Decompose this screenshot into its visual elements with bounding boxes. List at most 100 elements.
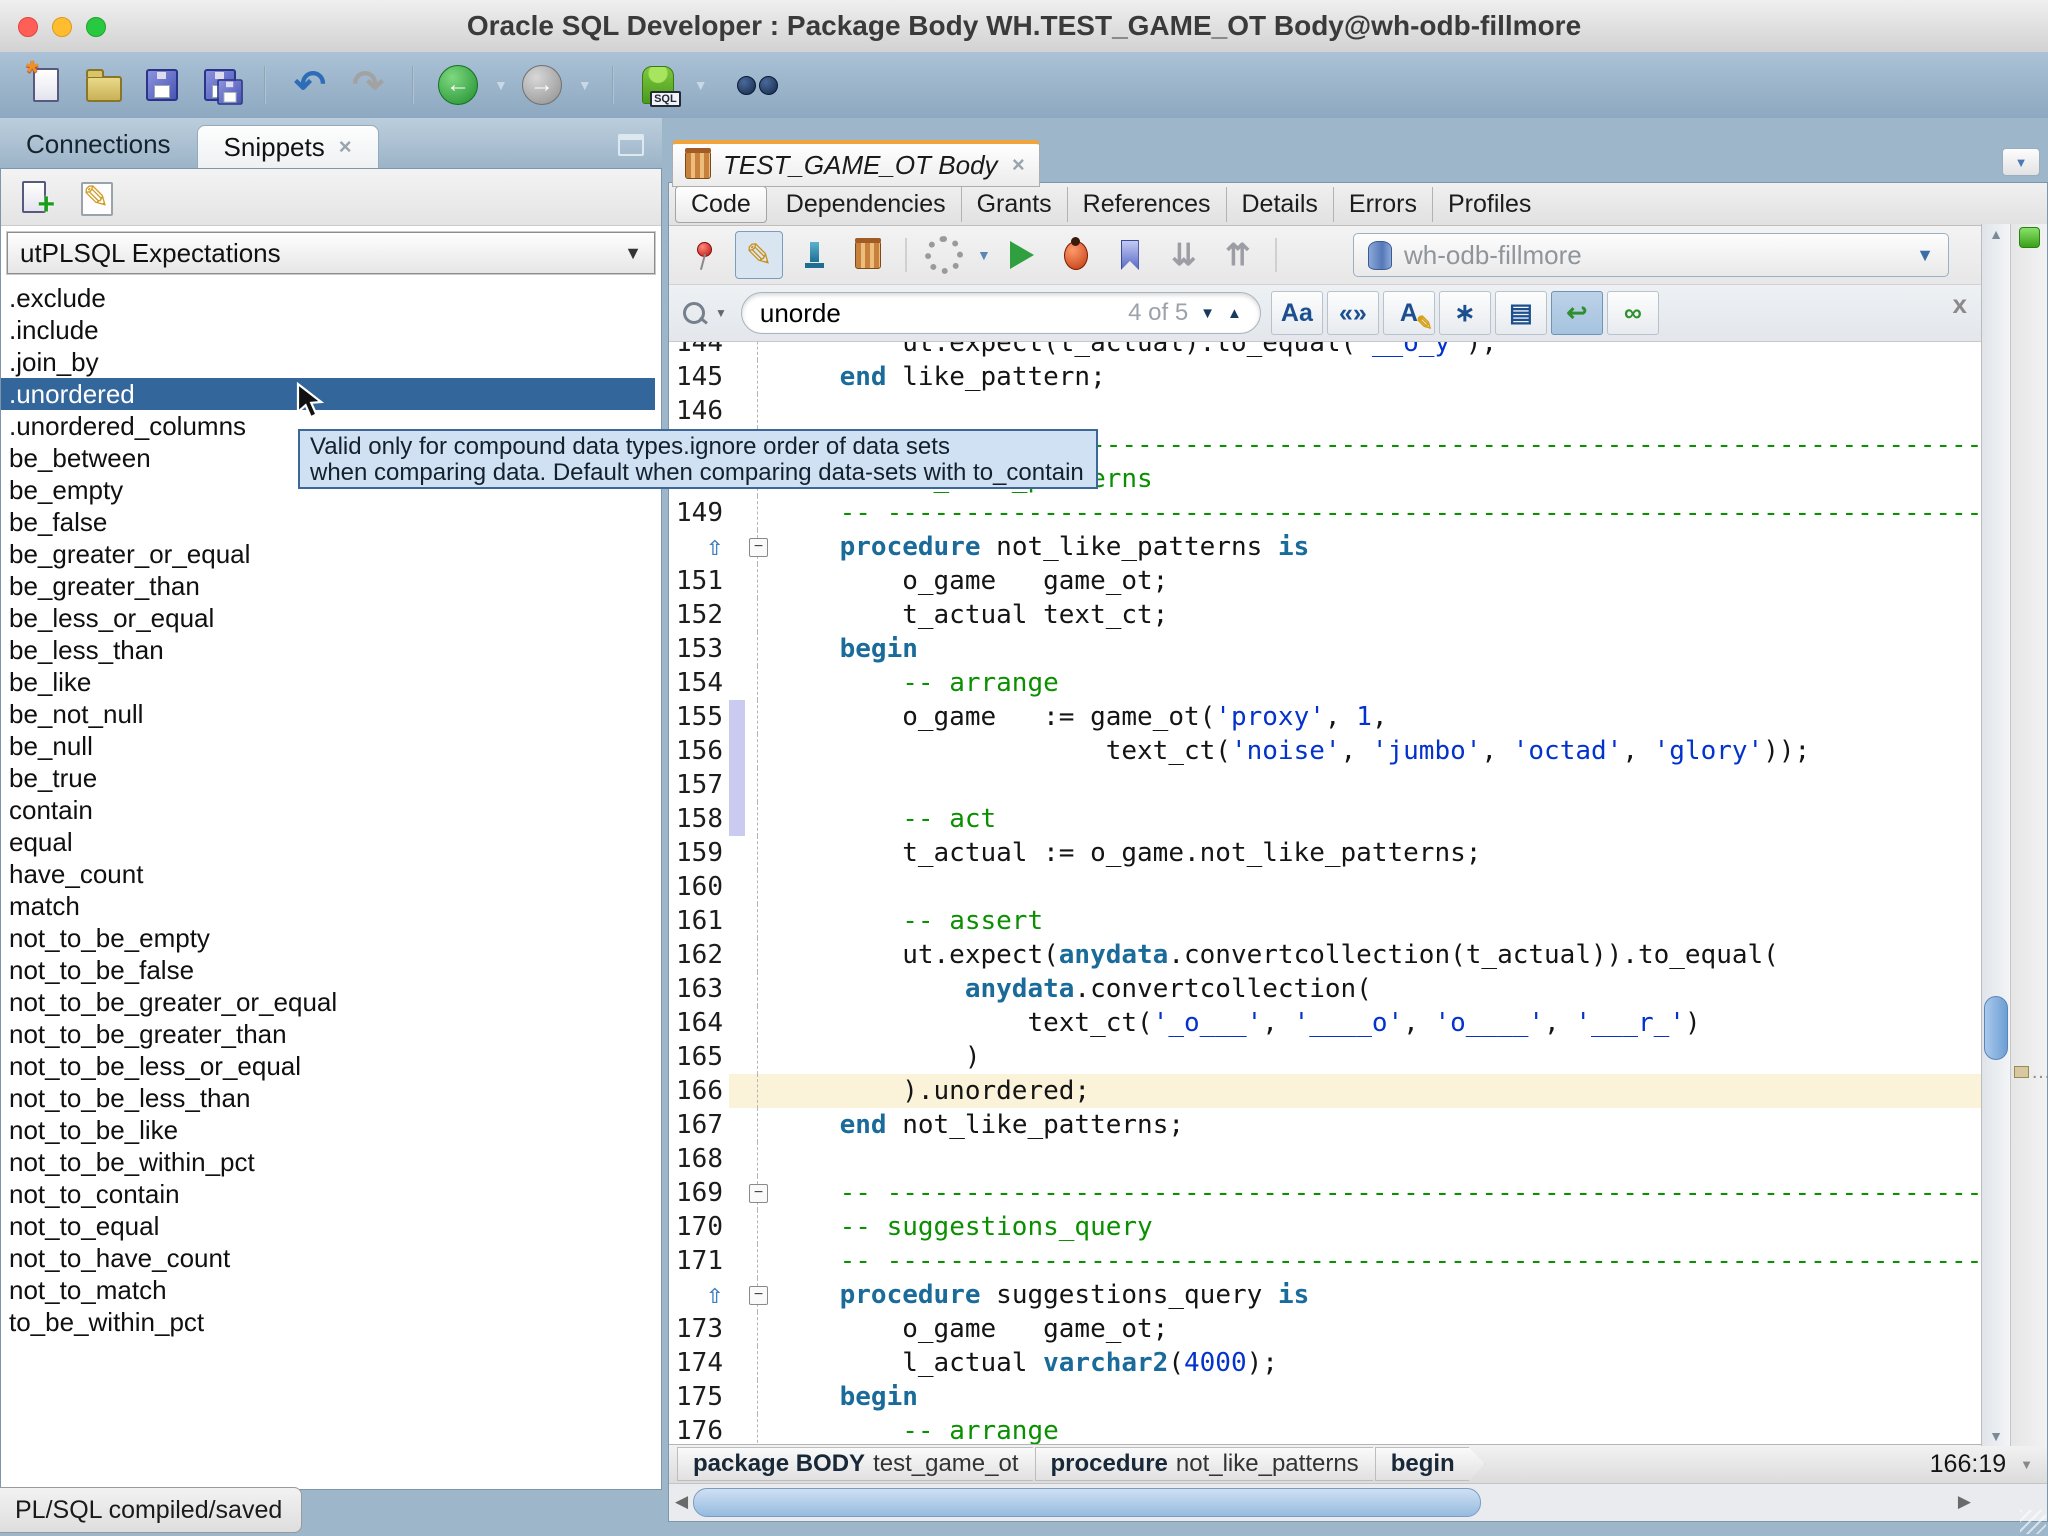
- code-line[interactable]: 149 -- ---------------------------------…: [669, 496, 1981, 530]
- edit-snippet-button[interactable]: ✎: [75, 176, 117, 218]
- previous-match-button[interactable]: ▼: [1200, 305, 1215, 322]
- code-line[interactable]: 156 text_ct('noise', 'jumbo', 'octad', '…: [669, 734, 1981, 768]
- tab-connections[interactable]: Connections: [0, 120, 197, 168]
- tab-snippets[interactable]: Snippets×: [197, 125, 379, 168]
- close-tab-icon[interactable]: ×: [339, 134, 352, 160]
- list-item[interactable]: be_less_or_equal: [1, 602, 661, 634]
- code-line[interactable]: 154 -- arrange: [669, 666, 1981, 700]
- scroll-right-icon[interactable]: ▶: [1958, 1492, 1971, 1512]
- tab-references[interactable]: References: [1068, 187, 1227, 222]
- settings-button[interactable]: [921, 232, 967, 278]
- undo-button[interactable]: ↶: [286, 60, 334, 110]
- code-line[interactable]: 173 o_game game_ot;: [669, 1312, 1981, 1346]
- sql-worksheet-dropdown-icon[interactable]: ▼: [694, 77, 708, 93]
- list-item[interactable]: equal: [1, 826, 661, 858]
- code-line[interactable]: 175 begin: [669, 1380, 1981, 1414]
- wrap-search-button[interactable]: ↩: [1551, 291, 1603, 335]
- sql-worksheet-button[interactable]: SQL: [634, 60, 682, 110]
- code-line[interactable]: 152 t_actual text_ct;: [669, 598, 1981, 632]
- tab-code[interactable]: Code: [675, 186, 767, 223]
- code-line[interactable]: 167 end not_like_patterns;: [669, 1108, 1981, 1142]
- code-line[interactable]: 176 -- arrange: [669, 1414, 1981, 1444]
- settings-dropdown-icon[interactable]: ▼: [977, 247, 991, 263]
- nav-up-arrow-icon[interactable]: ⇧: [707, 531, 723, 562]
- find-db-object-button[interactable]: [734, 60, 782, 110]
- connection-select[interactable]: wh-odb-fillmore ▼: [1353, 233, 1949, 277]
- freeze-pin-button[interactable]: [681, 232, 727, 278]
- code-line[interactable]: 165 ): [669, 1040, 1981, 1074]
- match-case-button[interactable]: Aa: [1271, 291, 1323, 335]
- list-item[interactable]: be_false: [1, 506, 661, 538]
- window-resize-grip[interactable]: [2020, 1510, 2046, 1534]
- code-line[interactable]: 161 -- assert: [669, 904, 1981, 938]
- list-item[interactable]: .exclude: [1, 282, 661, 314]
- breadcrumb-segment[interactable]: begin: [1375, 1447, 1485, 1481]
- list-item[interactable]: not_to_match: [1, 1274, 661, 1306]
- highlight-button[interactable]: A✎: [1383, 291, 1435, 335]
- list-item[interactable]: be_like: [1, 666, 661, 698]
- tab-errors[interactable]: Errors: [1334, 187, 1433, 222]
- forward-dropdown-icon[interactable]: ▼: [578, 77, 592, 93]
- list-item[interactable]: not_to_have_count: [1, 1242, 661, 1274]
- code-line[interactable]: 157: [669, 768, 1981, 802]
- scroll-left-icon[interactable]: ◀: [675, 1492, 688, 1512]
- debug-button[interactable]: [1053, 232, 1099, 278]
- list-item[interactable]: not_to_equal: [1, 1210, 661, 1242]
- scroll-down-icon[interactable]: ▼: [1982, 1428, 2010, 1444]
- add-snippet-button[interactable]: +: [13, 176, 55, 218]
- bookmark-button[interactable]: [1107, 232, 1153, 278]
- forward-button[interactable]: →: [518, 60, 566, 110]
- tab-list-dropdown-button[interactable]: ▼: [2002, 148, 2040, 176]
- tab-grants[interactable]: Grants: [962, 187, 1068, 222]
- code-line[interactable]: 144 ut.expect(t_actual).to_equal('__o_y'…: [669, 342, 1981, 360]
- search-input[interactable]: unorde: [760, 298, 841, 329]
- code-line[interactable]: 174 l_actual varchar2(4000);: [669, 1346, 1981, 1380]
- tab-details[interactable]: Details: [1227, 187, 1334, 222]
- zoom-window-button[interactable]: [86, 17, 106, 37]
- code-line[interactable]: 164 text_ct('_o___', '____o', 'o____', '…: [669, 1006, 1981, 1040]
- next-bookmark-button[interactable]: ⇊: [1161, 232, 1207, 278]
- code-line[interactable]: ⇧− procedure not_like_patterns is: [669, 530, 1981, 564]
- scroll-up-icon[interactable]: ▲: [1982, 226, 2010, 242]
- code-line[interactable]: 160: [669, 870, 1981, 904]
- horizontal-scrollbar[interactable]: ◀ ▶: [669, 1483, 2047, 1521]
- next-match-button[interactable]: ▲: [1227, 305, 1242, 322]
- search-field[interactable]: unorde 4 of 5 ▼ ▲: [741, 292, 1261, 334]
- code-line[interactable]: 155 o_game := game_ot('proxy', 1,: [669, 700, 1981, 734]
- code-line[interactable]: 146: [669, 394, 1981, 428]
- list-item[interactable]: not_to_be_within_pct: [1, 1146, 661, 1178]
- fold-icon[interactable]: −: [749, 1286, 768, 1305]
- code-line[interactable]: 153 begin: [669, 632, 1981, 666]
- open-file-button[interactable]: [80, 60, 128, 110]
- code-line[interactable]: 158 -- act: [669, 802, 1981, 836]
- code-line[interactable]: 171 -- ---------------------------------…: [669, 1244, 1981, 1278]
- list-item[interactable]: not_to_be_greater_or_equal: [1, 986, 661, 1018]
- breadcrumb-segment[interactable]: package BODYtest_game_ot: [677, 1447, 1049, 1481]
- list-item[interactable]: be_greater_or_equal: [1, 538, 661, 570]
- close-find-bar-button[interactable]: x: [1953, 289, 1967, 320]
- list-item[interactable]: .include: [1, 314, 661, 346]
- list-item[interactable]: be_greater_than: [1, 570, 661, 602]
- previous-bookmark-button[interactable]: ⇈: [1215, 232, 1261, 278]
- list-item[interactable]: not_to_be_like: [1, 1114, 661, 1146]
- code-line[interactable]: 151 o_game game_ot;: [669, 564, 1981, 598]
- code-line[interactable]: 145 end like_pattern;: [669, 360, 1981, 394]
- nav-up-arrow-icon[interactable]: ⇧: [707, 1279, 723, 1310]
- close-window-button[interactable]: [18, 17, 38, 37]
- horizontal-scroll-thumb[interactable]: [693, 1488, 1481, 1517]
- redo-button[interactable]: ↷: [344, 60, 392, 110]
- list-item[interactable]: be_null: [1, 730, 661, 762]
- list-item[interactable]: .join_by: [1, 346, 661, 378]
- list-item[interactable]: not_to_be_empty: [1, 922, 661, 954]
- breadcrumb-dropdown-icon[interactable]: ▼: [2020, 1457, 2033, 1472]
- breadcrumb-segment[interactable]: procedurenot_like_patterns: [1035, 1447, 1389, 1481]
- close-document-icon[interactable]: ×: [1012, 152, 1025, 178]
- list-item[interactable]: not_to_be_less_than: [1, 1082, 661, 1114]
- find-all-button[interactable]: ∞: [1607, 291, 1659, 335]
- list-item[interactable]: be_less_than: [1, 634, 661, 666]
- fold-icon[interactable]: −: [749, 538, 768, 557]
- edit-button[interactable]: ✎: [735, 231, 783, 279]
- code-line[interactable]: 166 ).unordered;: [669, 1074, 1981, 1108]
- list-item[interactable]: not_to_be_less_or_equal: [1, 1050, 661, 1082]
- tab-dependencies[interactable]: Dependencies: [771, 187, 962, 222]
